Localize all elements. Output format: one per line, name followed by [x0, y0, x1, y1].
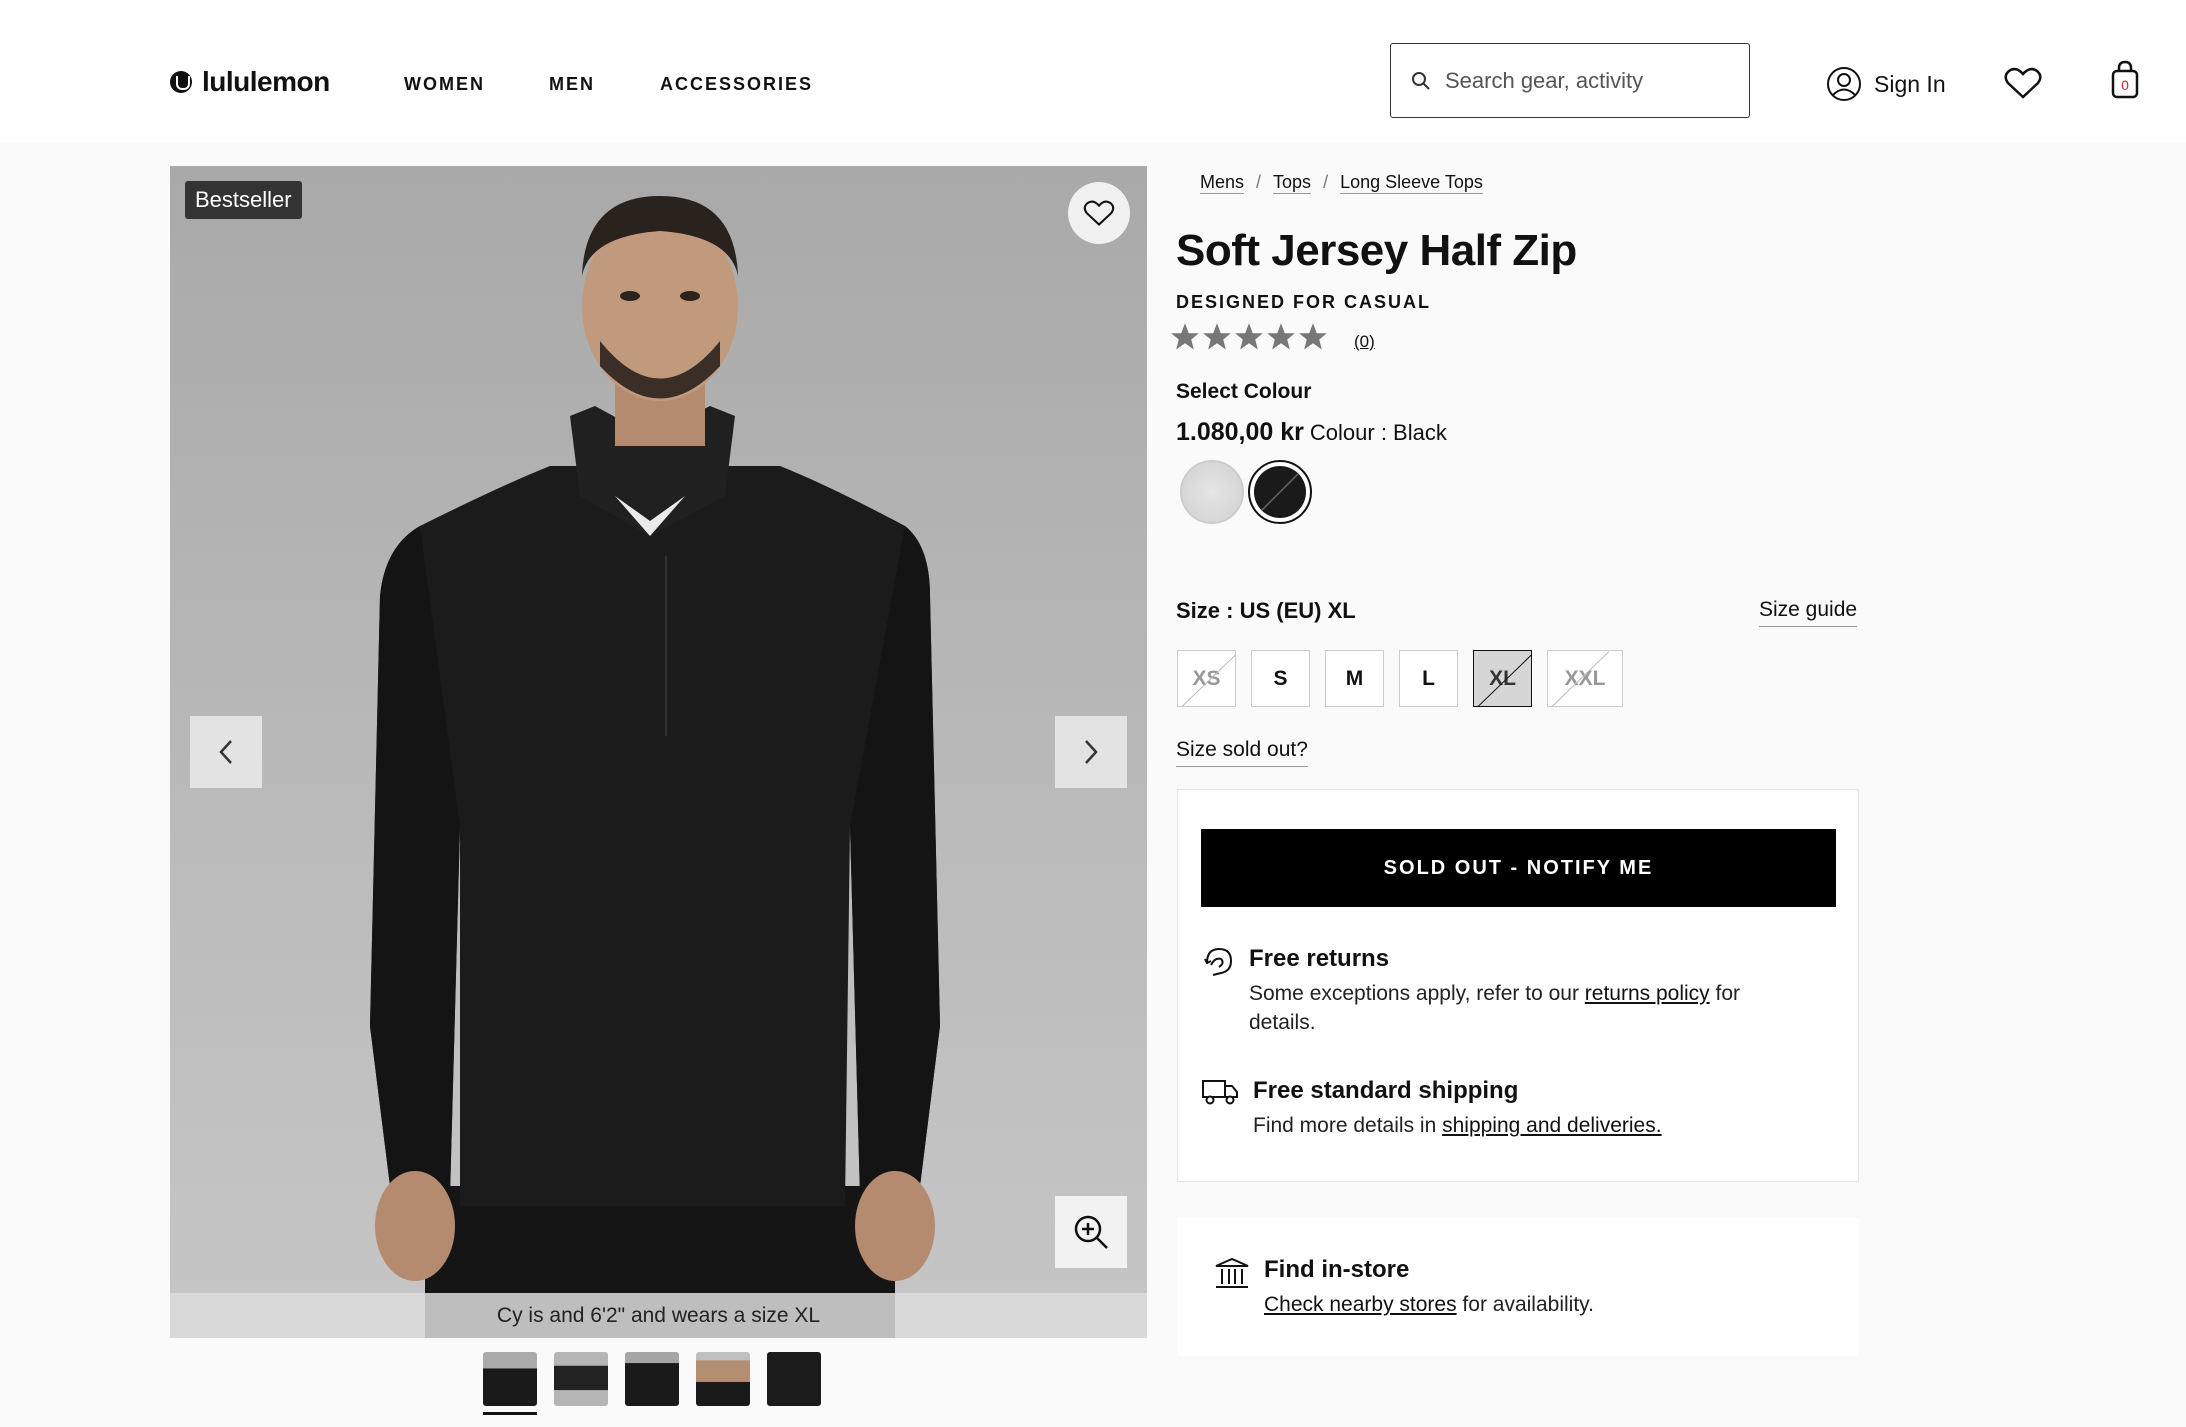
- site-header: lululemon WOMEN MEN ACCESSORIES Sign In …: [0, 0, 2186, 142]
- thumbnail-image: [483, 1352, 537, 1406]
- free-returns-text: Some exceptions apply, refer to our retu…: [1249, 979, 1809, 1037]
- thumbnail-image: [767, 1352, 821, 1406]
- find-in-store-title: Find in-store: [1264, 1256, 1410, 1283]
- free-returns-info: Free returns Some exceptions apply, refe…: [1201, 945, 1809, 1037]
- account-icon: [1827, 67, 1861, 101]
- shopping-bag-icon[interactable]: 0: [2110, 60, 2140, 100]
- free-shipping-text: Find more details in shipping and delive…: [1253, 1111, 1813, 1140]
- free-returns-title: Free returns: [1249, 945, 1390, 972]
- find-in-store-info: Find in-store Check nearby stores for av…: [1214, 1256, 1824, 1319]
- thumbnail-image: [554, 1352, 608, 1406]
- next-image-button[interactable]: [1055, 716, 1127, 788]
- find-in-store-card: Find in-store Check nearby stores for av…: [1177, 1218, 1859, 1356]
- product-price: 1.080,00 kr: [1176, 418, 1304, 446]
- model-size-caption: Cy is and 6'2" and wears a size XL: [170, 1293, 1147, 1338]
- image-wishlist-button[interactable]: [1068, 182, 1130, 244]
- active-thumbnail-indicator: [483, 1412, 537, 1415]
- search-box[interactable]: [1390, 43, 1750, 118]
- free-shipping-title: Free standard shipping: [1253, 1077, 1519, 1104]
- swatch-fill: [1254, 466, 1306, 518]
- cart-count: 0: [2121, 77, 2129, 93]
- colour-swatch-light-grey[interactable]: [1180, 460, 1244, 524]
- shipping-deliveries-link[interactable]: shipping and deliveries.: [1442, 1114, 1661, 1137]
- colour-swatch-black[interactable]: [1248, 460, 1312, 524]
- review-count-link[interactable]: (0): [1354, 332, 1375, 352]
- nav-accessories[interactable]: ACCESSORIES: [660, 74, 813, 95]
- chevron-left-icon: [219, 740, 232, 764]
- zoom-in-icon: [1074, 1215, 1108, 1249]
- select-colour-label: Select Colour: [1176, 380, 1312, 403]
- nav-men[interactable]: MEN: [549, 74, 595, 95]
- sign-in-button[interactable]: Sign In: [1826, 66, 1946, 102]
- search-input[interactable]: [1445, 67, 1745, 94]
- returns-policy-link[interactable]: returns policy: [1585, 982, 1710, 1005]
- product-title: Soft Jersey Half Zip: [1176, 226, 1577, 275]
- heart-icon: [1083, 200, 1115, 226]
- size-option-xxl[interactable]: XXL: [1547, 650, 1623, 707]
- thumbnail-5[interactable]: [767, 1352, 821, 1406]
- free-shipping-info: Free standard shipping Find more details…: [1201, 1077, 1813, 1140]
- size-guide-link[interactable]: Size guide: [1759, 598, 1858, 627]
- logo-text: lululemon: [202, 66, 330, 97]
- thumbnail-2[interactable]: [554, 1352, 608, 1406]
- size-selector: XS S M L XL XXL: [1177, 650, 1623, 707]
- size-option-xs[interactable]: XS: [1177, 650, 1236, 707]
- bestseller-badge: Bestseller: [185, 181, 302, 219]
- size-option-xl[interactable]: XL: [1473, 650, 1532, 707]
- returns-icon: [1204, 947, 1233, 976]
- size-option-m[interactable]: M: [1325, 650, 1384, 707]
- star-icon: [1235, 323, 1263, 350]
- check-nearby-stores-link[interactable]: Check nearby stores: [1264, 1293, 1457, 1316]
- breadcrumb-separator: /: [1323, 172, 1329, 192]
- lululemon-logo-icon: [170, 71, 192, 93]
- wishlist-heart-icon[interactable]: [2004, 66, 2042, 100]
- nav-women[interactable]: WOMEN: [404, 74, 485, 95]
- store-text-post: for availability.: [1456, 1293, 1594, 1316]
- chevron-right-icon: [1085, 740, 1098, 764]
- price-row: 1.080,00 kr Colour : Black: [1176, 418, 1447, 447]
- breadcrumb-long-sleeve-tops[interactable]: Long Sleeve Tops: [1340, 172, 1483, 194]
- size-option-l[interactable]: L: [1399, 650, 1458, 707]
- thumbnail-image: [696, 1352, 750, 1406]
- search-icon: [1412, 71, 1430, 90]
- star-icon: [1171, 323, 1199, 350]
- notify-me-button[interactable]: SOLD OUT - NOTIFY ME: [1201, 829, 1836, 907]
- product-model-image: [370, 196, 940, 1338]
- shipping-text-pre: Find more details in: [1253, 1114, 1443, 1137]
- breadcrumb-tops[interactable]: Tops: [1273, 172, 1312, 194]
- find-in-store-text: Check nearby stores for availability.: [1264, 1290, 1824, 1319]
- zoom-button[interactable]: [1055, 1196, 1127, 1268]
- selected-colour-label: Colour : Black: [1309, 420, 1447, 445]
- delivery-truck-icon: [1202, 1080, 1238, 1105]
- returns-text-pre: Some exceptions apply, refer to our: [1249, 982, 1585, 1005]
- thumbnail-strip: [483, 1352, 821, 1415]
- thumbnail-1[interactable]: [483, 1352, 537, 1415]
- thumbnail-image: [625, 1352, 679, 1406]
- breadcrumb-separator: /: [1256, 172, 1262, 192]
- star-icon: [1267, 323, 1295, 350]
- product-image-gallery[interactable]: Bestseller Cy is and 6'2" and wears a si…: [170, 166, 1147, 1338]
- previous-image-button[interactable]: [190, 716, 262, 788]
- designed-for-label: DESIGNED FOR CASUAL: [1176, 292, 1432, 312]
- size-label: Size : US (EU) XL: [1176, 598, 1356, 623]
- lululemon-logo[interactable]: lululemon: [170, 66, 330, 98]
- rating-stars[interactable]: [1170, 322, 1328, 352]
- breadcrumb-mens[interactable]: Mens: [1200, 172, 1245, 194]
- store-icon: [1215, 1257, 1249, 1288]
- size-sold-out-link[interactable]: Size sold out?: [1176, 738, 1308, 767]
- breadcrumb: Mens / Tops / Long Sleeve Tops: [1200, 172, 1483, 194]
- thumbnail-4[interactable]: [696, 1352, 750, 1406]
- sign-in-label: Sign In: [1874, 70, 1946, 97]
- thumbnail-3[interactable]: [625, 1352, 679, 1406]
- star-icon: [1299, 323, 1327, 350]
- size-option-s[interactable]: S: [1251, 650, 1310, 707]
- purchase-card: SOLD OUT - NOTIFY ME Free returns Some e…: [1177, 789, 1859, 1182]
- star-icon: [1203, 323, 1231, 350]
